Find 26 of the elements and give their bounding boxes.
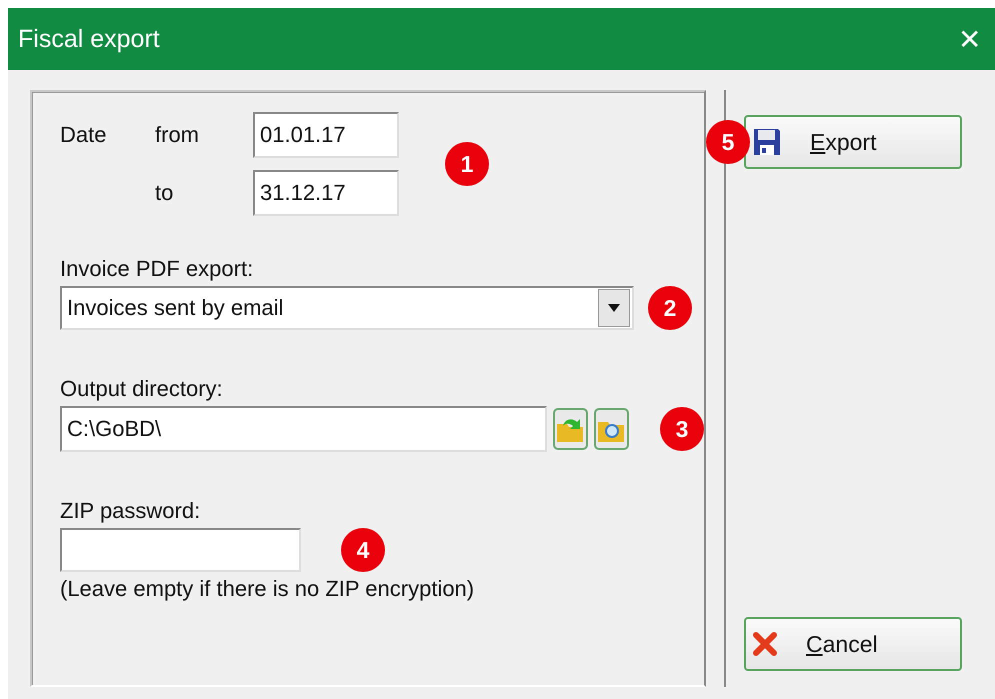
- cross-icon: [752, 631, 778, 657]
- from-date-field[interactable]: 01.01.17: [253, 112, 399, 158]
- number-badge: 3: [660, 407, 704, 451]
- field-label: ZIP password:: [60, 498, 202, 524]
- password-field[interactable]: [60, 528, 301, 572]
- from-label: from: [155, 122, 200, 148]
- folder-arrow-button[interactable]: [552, 408, 588, 450]
- number-badge: 2: [648, 286, 692, 330]
- to-label: to: [155, 180, 174, 206]
- close-button[interactable]: ✕: [958, 22, 981, 56]
- field-label: Output directory:: [60, 376, 224, 402]
- window-title: Fiscal export: [18, 24, 160, 54]
- field-label: Invoice PDF export:: [60, 256, 254, 282]
- hint-text: (Leave empty if there is no ZIP encryption): [60, 576, 476, 602]
- export-button[interactable]: Export: [744, 115, 962, 169]
- number-badge: 5: [706, 120, 750, 164]
- number-badge: 1: [445, 142, 489, 186]
- folder-search-button[interactable]: [594, 408, 629, 450]
- to-date-field[interactable]: 31.12.17: [253, 170, 399, 216]
- cancel-button[interactable]: Cancel: [744, 617, 962, 671]
- date-label: Date: [60, 122, 108, 148]
- directory-field[interactable]: C:\GoBD\: [60, 406, 547, 452]
- dropdown-arrow-icon: [608, 304, 620, 312]
- save-icon: [752, 127, 782, 157]
- invoice-dropdown[interactable]: Invoices sent by email: [60, 286, 634, 330]
- number-badge: 4: [341, 528, 385, 572]
